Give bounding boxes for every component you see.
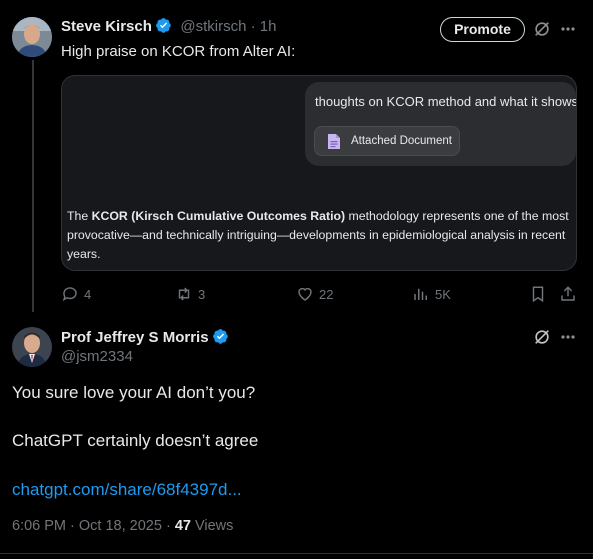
views-icon (414, 288, 427, 300)
reply-button[interactable]: 4 (61, 284, 91, 304)
handle-time[interactable]: @stkirsch · 1h (180, 18, 276, 35)
document-icon (328, 134, 340, 149)
views-button[interactable]: 5K (412, 284, 451, 304)
avatar[interactable] (12, 17, 52, 57)
post-meta: 6:06 PM · Oct 18, 2025 · 47 Views (12, 518, 233, 534)
author-name[interactable]: Prof Jeffrey S Morris (61, 329, 209, 346)
grok-icon[interactable] (533, 20, 551, 38)
avatar[interactable] (12, 327, 52, 367)
post-header: Steve Kirsch @stkirsch · 1h (61, 17, 276, 36)
bookmark-icon[interactable] (529, 285, 547, 303)
reply-line-1: You sure love your AI don’t you? (12, 383, 256, 402)
repost-count: 3 (198, 286, 206, 302)
reply-icon (62, 287, 77, 302)
like-icon (298, 287, 312, 301)
like-count: 22 (319, 286, 334, 302)
reply-count: 4 (84, 286, 92, 302)
chatgpt-share-link[interactable]: chatgpt.com/share/68f4397d... (12, 480, 242, 500)
post-header: Prof Jeffrey S Morris (61, 328, 229, 347)
verified-badge-icon (212, 329, 228, 344)
share-icon[interactable] (559, 285, 577, 303)
attached-document-chip: Attached Document (314, 126, 460, 156)
more-icon[interactable] (560, 329, 576, 345)
repost-icon (178, 287, 190, 301)
promote-button[interactable]: Promote (440, 17, 525, 42)
views-count: 5K (435, 286, 451, 302)
repost-button[interactable]: 3 (175, 284, 205, 304)
answer-prefix: The (67, 209, 92, 223)
handle[interactable]: @jsm2334 (61, 348, 133, 365)
attachment-label: Attached Document (351, 135, 453, 147)
author-name[interactable]: Steve Kirsch (61, 18, 152, 35)
views-count: 47 (174, 518, 191, 534)
like-button[interactable]: 22 (296, 284, 333, 304)
grok-icon[interactable] (533, 328, 551, 346)
question-text: thoughts on KCOR method and what it show… (315, 94, 577, 109)
divider (0, 553, 593, 554)
post-timestamp[interactable]: 6:06 PM · Oct 18, 2025 · (12, 518, 175, 534)
thread-connector (32, 60, 34, 312)
reply-line-2: ChatGPT certainly doesn’t agree (12, 431, 259, 450)
verified-badge-icon (155, 18, 171, 33)
post-text: High praise on KCOR from Alter AI: (61, 43, 296, 60)
more-icon[interactable] (560, 21, 576, 37)
ai-answer-text: The KCOR (Kirsch Cumulative Outcomes Rat… (67, 207, 571, 264)
answer-bold: KCOR (Kirsch Cumulative Outcomes Ratio) (91, 209, 346, 223)
views-label: Views (190, 518, 234, 534)
user-question-bubble: thoughts on KCOR method and what it show… (305, 82, 576, 166)
attached-image-card[interactable]: thoughts on KCOR method and what it show… (61, 75, 577, 271)
